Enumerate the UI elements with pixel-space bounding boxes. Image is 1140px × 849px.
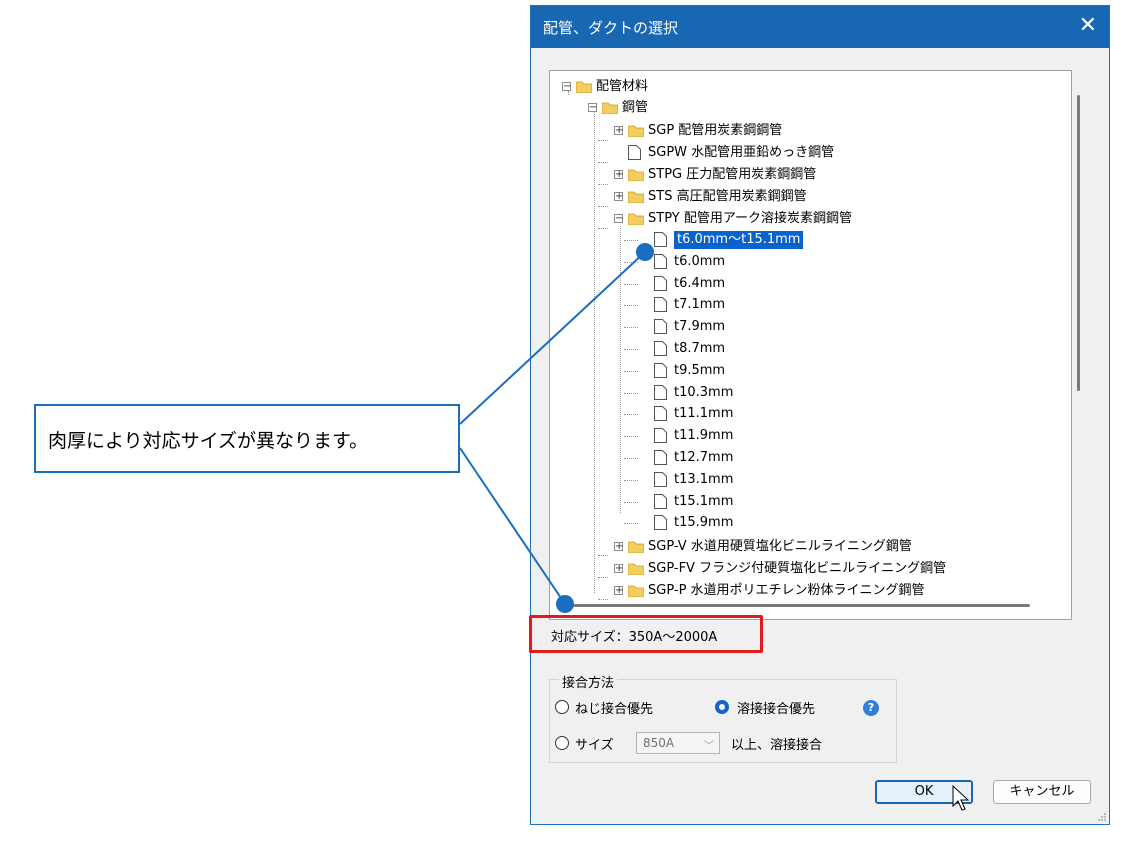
cursor-icon — [952, 784, 970, 811]
annotation-callout: 肉厚により対応サイズが異なります。 — [34, 404, 460, 473]
size-info-highlight — [529, 615, 763, 653]
callout-line-top — [459, 251, 646, 425]
callout-dot-top — [636, 243, 654, 261]
callout-line-bottom — [459, 447, 566, 605]
callout-dot-bottom — [556, 595, 574, 613]
annotation-text: 肉厚により対応サイズが異なります。 — [48, 430, 369, 452]
